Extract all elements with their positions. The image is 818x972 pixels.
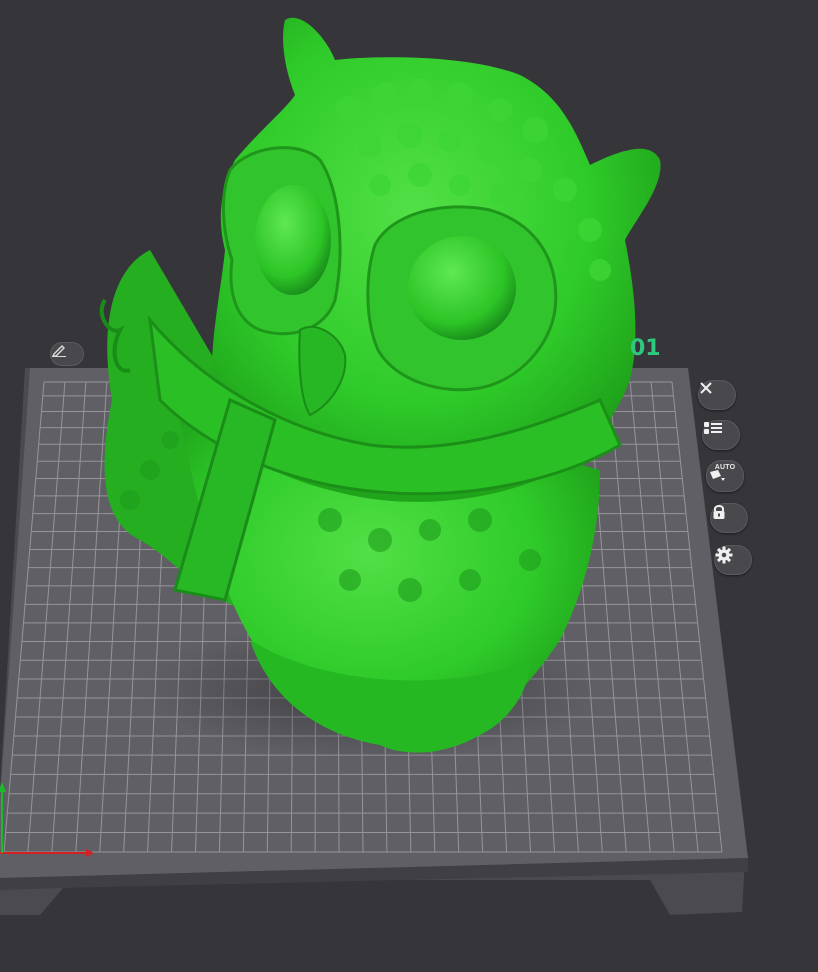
gear-icon: [715, 546, 733, 564]
settings-button[interactable]: [714, 545, 752, 575]
lock-button[interactable]: [710, 503, 748, 533]
plate-number-label: 01: [630, 336, 661, 361]
close-button[interactable]: [698, 380, 736, 410]
3d-viewport[interactable]: 01 AUTO: [0, 0, 818, 972]
object-toolbar: AUTO: [690, 375, 760, 585]
list-icon: [704, 422, 722, 434]
auto-arrange-button[interactable]: AUTO: [706, 460, 744, 492]
lock-icon: [713, 505, 725, 519]
auto-arrange-icon: [710, 470, 725, 481]
object-list-button[interactable]: [702, 420, 740, 450]
close-icon: [700, 382, 712, 394]
pencil-icon: [51, 345, 66, 357]
edit-plate-button[interactable]: [50, 342, 84, 366]
